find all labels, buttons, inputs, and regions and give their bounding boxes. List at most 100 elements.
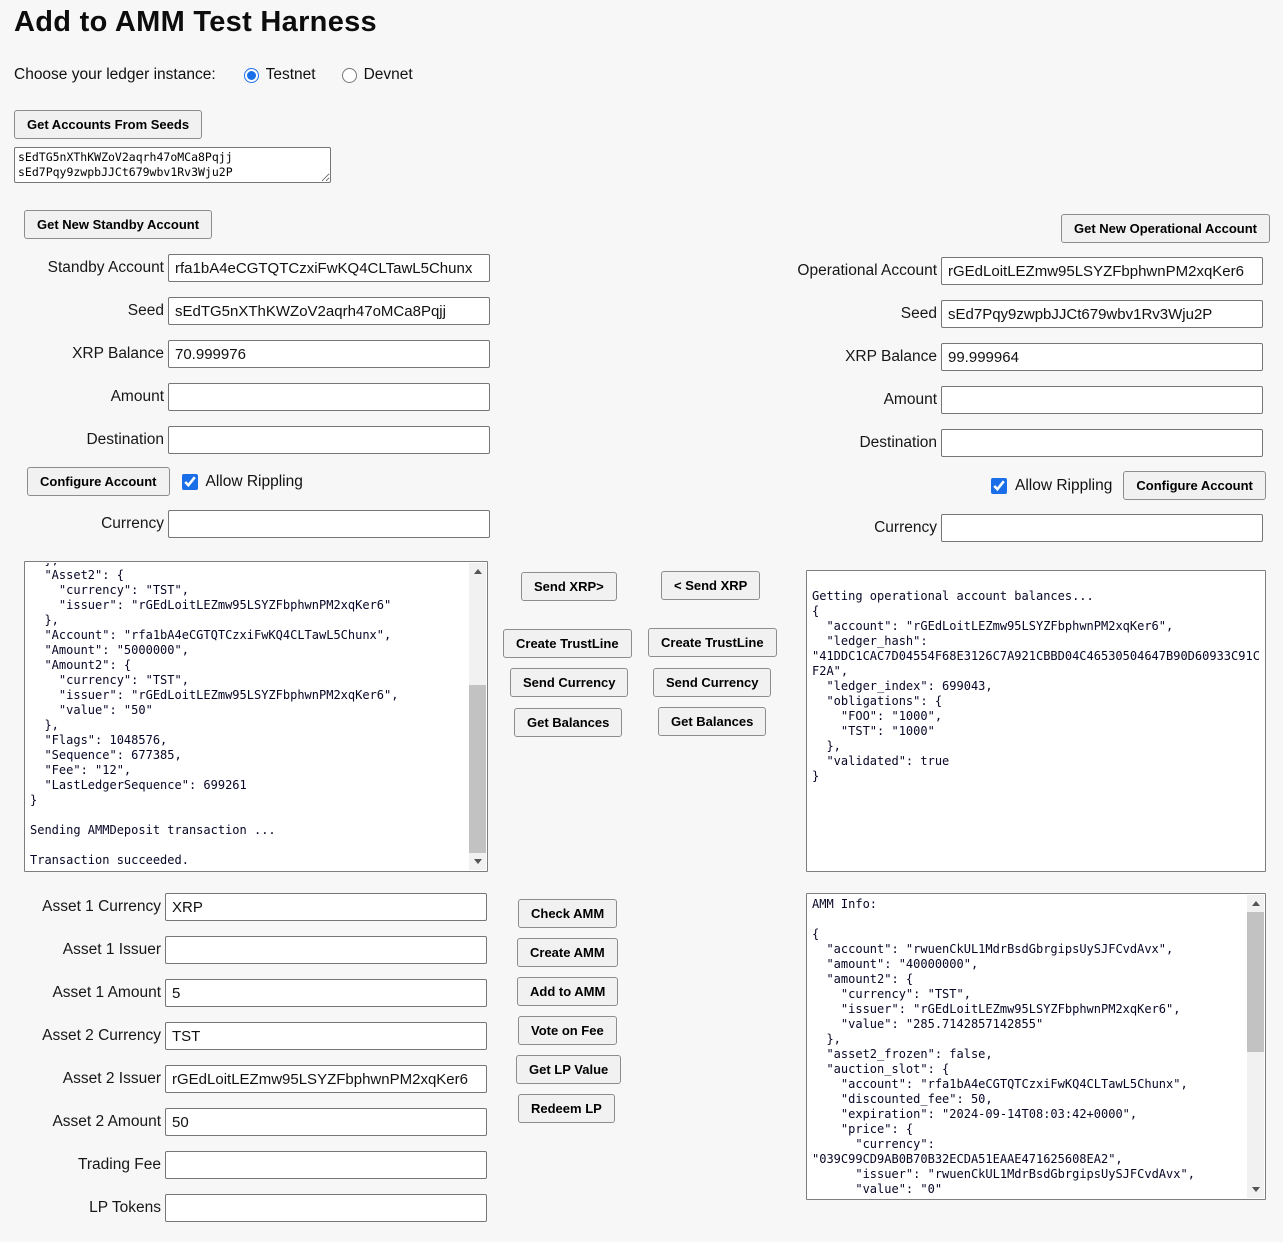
asset2-amount-input[interactable] [165, 1108, 487, 1136]
check-amm-button[interactable]: Check AMM [518, 899, 617, 928]
scrollbar-up-icon [1252, 901, 1260, 906]
standby-currency-input[interactable] [168, 510, 490, 538]
asset2-currency-label: Asset 2 Currency [14, 1027, 161, 1045]
standby-seed-label: Seed [14, 302, 164, 320]
standby-amount-label: Amount [14, 388, 164, 406]
standby-account-row: Standby Account [14, 254, 490, 282]
scrollbar-up-icon [474, 569, 482, 574]
operational-account-input[interactable] [941, 257, 1263, 285]
send-xrp-to-operational-button[interactable]: Send XRP> [521, 572, 617, 601]
amm-info-box[interactable]: AMM Info: { "account": "rwuenCkUL1MdrBsd… [806, 893, 1266, 1200]
operational-amount-input[interactable] [941, 386, 1263, 414]
operational-destination-input[interactable] [941, 429, 1263, 457]
operational-seed-input[interactable] [941, 300, 1263, 328]
create-amm-button[interactable]: Create AMM [517, 938, 618, 967]
add-to-amm-button[interactable]: Add to AMM [517, 977, 618, 1006]
get-new-standby-account-button[interactable]: Get New Standby Account [24, 210, 212, 239]
standby-configure-account-button[interactable]: Configure Account [27, 467, 170, 496]
standby-destination-row: Destination [14, 426, 490, 454]
asset1-currency-input[interactable] [165, 893, 487, 921]
standby-account-input[interactable] [168, 254, 490, 282]
get-new-operational-account-button[interactable]: Get New Operational Account [1061, 214, 1270, 243]
get-lp-value-button[interactable]: Get LP Value [516, 1055, 621, 1084]
scrollbar-down-icon [474, 859, 482, 864]
operational-amount-label: Amount [770, 391, 937, 409]
standby-currency-label: Currency [14, 515, 164, 533]
page-title: Add to AMM Test Harness [14, 6, 377, 39]
lp-tokens-input[interactable] [165, 1194, 487, 1222]
asset2-issuer-row: Asset 2 Issuer [14, 1065, 487, 1093]
asset2-currency-row: Asset 2 Currency [14, 1022, 487, 1050]
testnet-radio-option[interactable]: Testnet [244, 66, 316, 84]
ledger-instance-label: Choose your ledger instance: [14, 66, 216, 84]
devnet-radio[interactable] [342, 68, 357, 83]
ledger-instance-row: Choose your ledger instance: Testnet Dev… [14, 66, 413, 84]
operational-xrp-balance-input[interactable] [941, 343, 1263, 371]
standby-send-currency-button[interactable]: Send Currency [510, 668, 628, 697]
asset1-amount-row: Asset 1 Amount [14, 979, 487, 1007]
operational-allow-rippling-label: Allow Rippling [1015, 477, 1112, 495]
standby-amount-input[interactable] [168, 383, 490, 411]
redeem-lp-button[interactable]: Redeem LP [518, 1094, 615, 1123]
asset1-issuer-input[interactable] [165, 936, 487, 964]
trading-fee-input[interactable] [165, 1151, 487, 1179]
scrollbar-thumb[interactable] [469, 685, 486, 853]
operational-currency-row: Currency [770, 514, 1263, 542]
operational-seed-label: Seed [770, 305, 937, 323]
operational-configure-row: Allow Rippling Configure Account [991, 471, 1266, 500]
operational-get-balances-button[interactable]: Get Balances [658, 707, 766, 736]
devnet-radio-option[interactable]: Devnet [342, 66, 413, 84]
trading-fee-row: Trading Fee [14, 1151, 487, 1179]
scrollbar-thumb[interactable] [1247, 912, 1264, 1052]
operational-currency-label: Currency [770, 519, 937, 537]
operational-results-box[interactable]: Getting operational account balances... … [806, 570, 1266, 872]
asset2-issuer-input[interactable] [165, 1065, 487, 1093]
standby-destination-input[interactable] [168, 426, 490, 454]
asset1-currency-label: Asset 1 Currency [14, 898, 161, 916]
standby-results-scrollbar[interactable] [469, 563, 486, 870]
standby-seed-row: Seed [14, 297, 490, 325]
operational-amount-row: Amount [770, 386, 1263, 414]
trading-fee-label: Trading Fee [14, 1156, 161, 1174]
vote-on-fee-button[interactable]: Vote on Fee [518, 1016, 617, 1045]
standby-account-label: Standby Account [14, 259, 164, 277]
scrollbar-up-button[interactable] [1247, 895, 1264, 912]
operational-create-trustline-button[interactable]: Create TrustLine [648, 628, 777, 657]
operational-allow-rippling-checkbox[interactable] [991, 478, 1007, 494]
asset2-amount-row: Asset 2 Amount [14, 1108, 487, 1136]
asset1-amount-label: Asset 1 Amount [14, 984, 161, 1002]
standby-results-box[interactable]: }, "Asset2": { "currency": "TST", "issue… [24, 561, 488, 872]
seeds-textarea[interactable]: sEdTG5nXThKWZoV2aqrh47oMCa8Pqjj sEd7Pqy9… [14, 147, 331, 183]
amm-info-scrollbar[interactable] [1247, 895, 1264, 1198]
asset1-amount-input[interactable] [165, 979, 487, 1007]
send-xrp-to-standby-button[interactable]: < Send XRP [661, 571, 760, 600]
standby-xrp-balance-input[interactable] [168, 340, 490, 368]
scrollbar-down-icon [1252, 1187, 1260, 1192]
asset1-issuer-label: Asset 1 Issuer [14, 941, 161, 959]
lp-tokens-row: LP Tokens [14, 1194, 487, 1222]
testnet-label: Testnet [266, 66, 316, 84]
operational-seed-row: Seed [770, 300, 1263, 328]
standby-seed-input[interactable] [168, 297, 490, 325]
asset1-currency-row: Asset 1 Currency [14, 893, 487, 921]
amm-test-harness-page: Add to AMM Test Harness Choose your ledg… [0, 0, 1283, 1242]
scrollbar-down-button[interactable] [469, 853, 486, 870]
amm-info-text: AMM Info: { "account": "rwuenCkUL1MdrBsd… [808, 895, 1247, 1198]
testnet-radio[interactable] [244, 68, 259, 83]
operational-currency-input[interactable] [941, 514, 1263, 542]
operational-account-label: Operational Account [770, 262, 937, 280]
operational-xrp-balance-row: XRP Balance [770, 343, 1263, 371]
standby-get-balances-button[interactable]: Get Balances [514, 708, 622, 737]
scrollbar-up-button[interactable] [469, 563, 486, 580]
standby-xrp-balance-row: XRP Balance [14, 340, 490, 368]
scrollbar-down-button[interactable] [1247, 1181, 1264, 1198]
standby-create-trustline-button[interactable]: Create TrustLine [503, 629, 632, 658]
operational-send-currency-button[interactable]: Send Currency [653, 668, 771, 697]
operational-configure-account-button[interactable]: Configure Account [1123, 471, 1266, 500]
standby-allow-rippling-checkbox[interactable] [182, 474, 198, 490]
get-accounts-from-seeds-button[interactable]: Get Accounts From Seeds [14, 110, 202, 139]
operational-results-text: Getting operational account balances... … [808, 572, 1264, 870]
standby-configure-row: Configure Account Allow Rippling [27, 467, 303, 496]
lp-tokens-label: LP Tokens [14, 1199, 161, 1217]
asset2-currency-input[interactable] [165, 1022, 487, 1050]
